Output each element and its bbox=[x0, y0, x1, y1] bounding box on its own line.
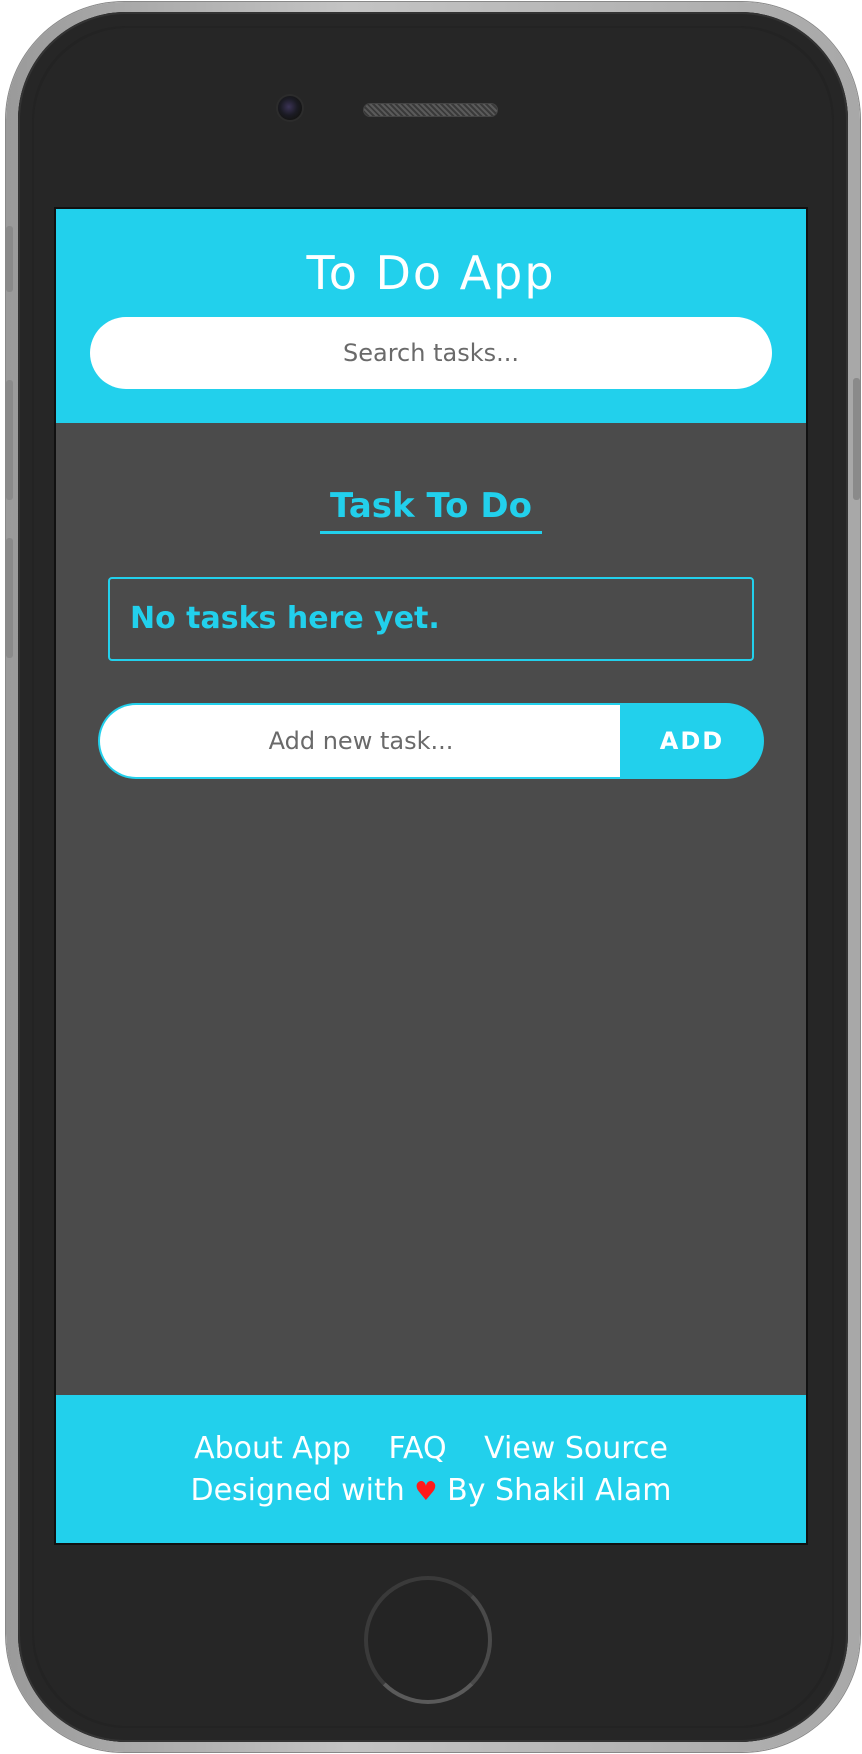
about-app-link[interactable]: About App bbox=[194, 1431, 351, 1466]
app-title: To Do App bbox=[306, 246, 556, 300]
add-task-form: ADD bbox=[98, 703, 764, 779]
footer-nav: About App FAQ View Source bbox=[56, 1429, 806, 1469]
home-button bbox=[364, 1576, 492, 1704]
app-screen: To Do App Task To Do No tasks here yet. … bbox=[56, 209, 806, 1543]
power-button bbox=[853, 378, 860, 500]
faq-link[interactable]: FAQ bbox=[388, 1431, 446, 1466]
volume-up-button bbox=[6, 380, 13, 500]
add-task-input[interactable] bbox=[98, 703, 622, 779]
front-camera-icon bbox=[278, 96, 302, 120]
mute-switch bbox=[6, 226, 13, 292]
add-task-button[interactable]: ADD bbox=[620, 703, 764, 779]
credit-suffix: By Shakil Alam bbox=[447, 1473, 672, 1508]
volume-down-button bbox=[6, 538, 13, 658]
empty-task-message: No tasks here yet. bbox=[130, 601, 440, 636]
task-list: No tasks here yet. bbox=[108, 577, 754, 661]
footer-credit: Designed with ♥ By Shakil Alam bbox=[56, 1471, 806, 1512]
credit-prefix: Designed with bbox=[190, 1473, 405, 1508]
speaker-grille bbox=[364, 104, 497, 116]
section-title: Task To Do bbox=[320, 485, 542, 534]
app-footer: About App FAQ View Source Designed with … bbox=[56, 1395, 806, 1543]
search-input[interactable] bbox=[90, 317, 772, 389]
heart-icon: ♥ bbox=[414, 1477, 438, 1507]
view-source-link[interactable]: View Source bbox=[484, 1431, 668, 1466]
app-header: To Do App bbox=[56, 209, 806, 423]
